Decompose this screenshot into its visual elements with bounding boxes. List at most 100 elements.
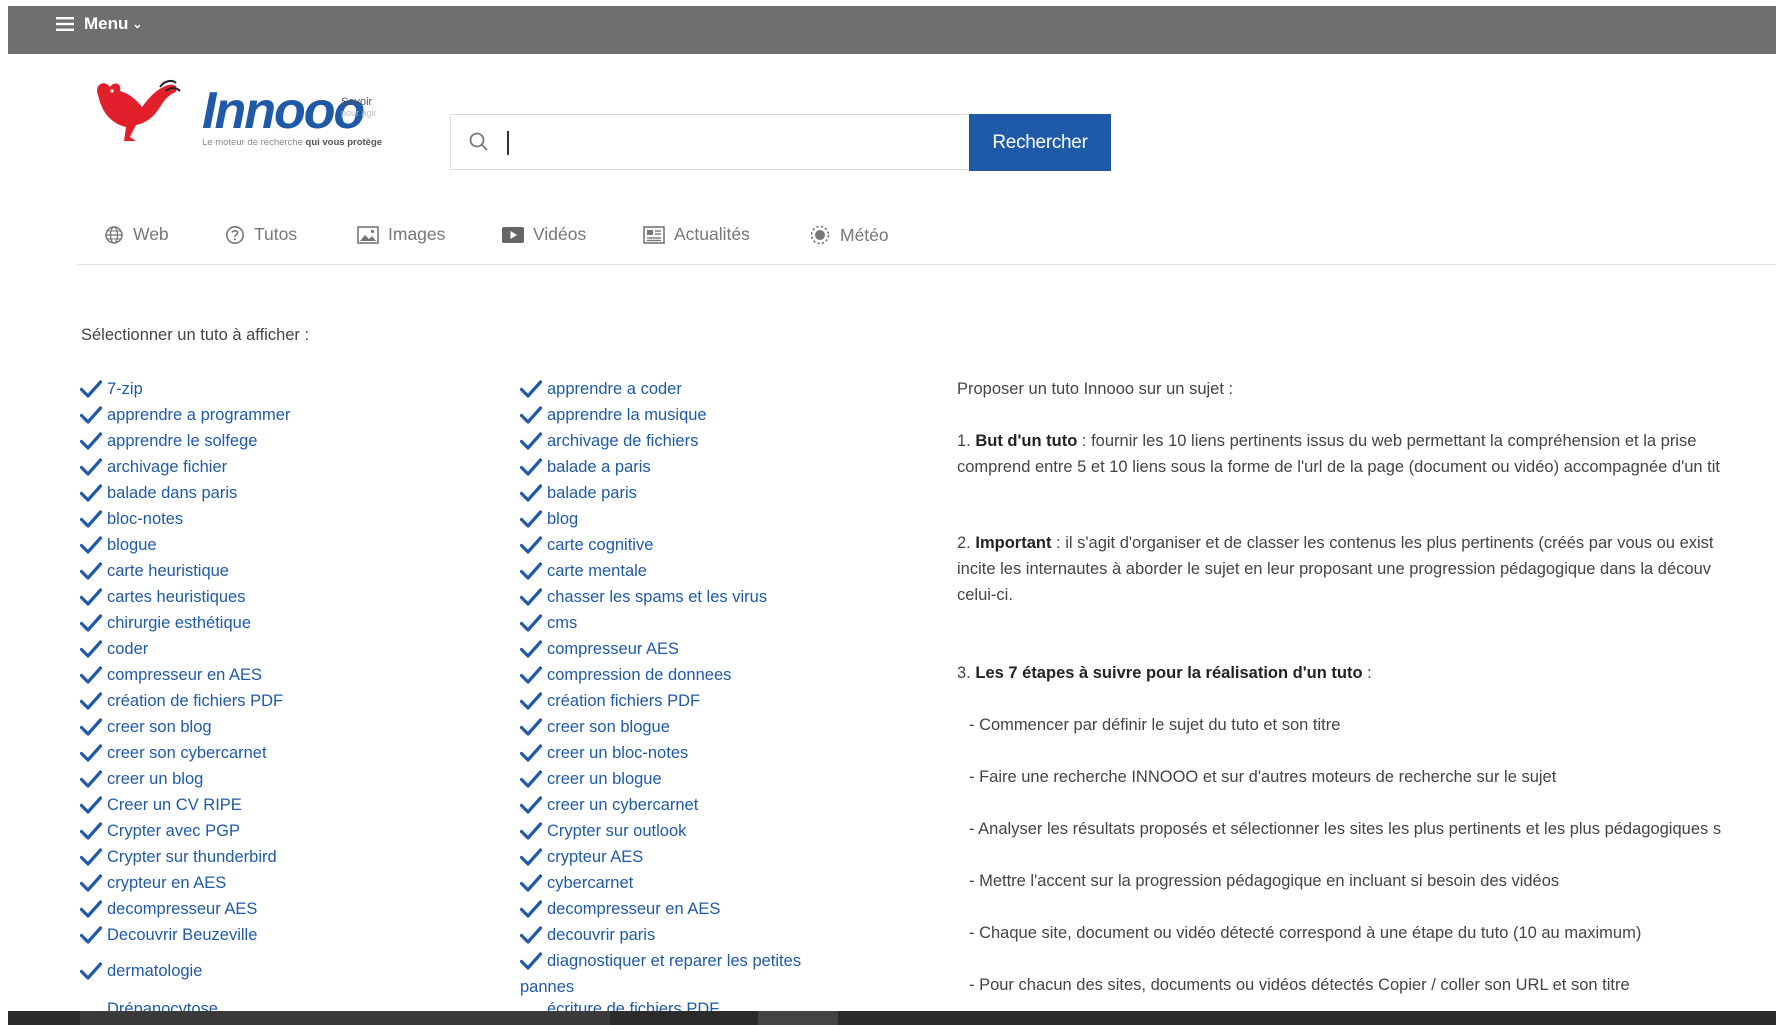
chevron-down-icon: ⌄ <box>132 17 143 31</box>
tuto-link[interactable]: crypteur en AES <box>80 870 460 896</box>
news-icon <box>643 225 665 244</box>
tuto-link[interactable]: balade dans paris <box>80 480 460 506</box>
tuto-link[interactable]: carte cognitive <box>520 532 850 558</box>
tuto-link[interactable]: apprendre le solfege <box>80 428 460 454</box>
tuto-link[interactable]: archivage de fichiers <box>520 428 850 454</box>
tuto-link[interactable]: cybercarnet <box>520 870 850 896</box>
tab-videos[interactable]: Vidéos <box>502 224 586 245</box>
tuto-link[interactable]: Creer un CV RIPE <box>80 792 460 818</box>
check-icon <box>80 848 102 866</box>
tuto-link[interactable]: Crypter sur outlook <box>520 818 850 844</box>
tuto-link[interactable]: Decouvrir Beuzeville <box>80 922 460 948</box>
tuto-link[interactable]: cartes heuristiques <box>80 584 460 610</box>
tuto-link[interactable]: apprendre a coder <box>520 376 850 402</box>
menu-button[interactable]: Menu ⌄ <box>56 14 142 34</box>
tuto-link[interactable]: decouvrir paris <box>520 922 850 948</box>
tuto-link[interactable]: création de fichiers PDF <box>80 688 460 714</box>
tuto-list-column-2: apprendre a coder apprendre la musique arc… <box>520 376 850 1000</box>
tuto-link[interactable]: diagnostiquer et reparer les petites pann… <box>520 948 850 1000</box>
check-icon <box>520 770 542 788</box>
tab-tutos[interactable]: Tutos <box>225 224 297 245</box>
tuto-link[interactable]: balade paris <box>520 480 850 506</box>
tuto-link[interactable]: dermatologie <box>80 958 460 984</box>
info-paragraph-2-line-2: incite les internautes à aborder le suje… <box>957 560 1712 578</box>
tuto-link[interactable]: 7-zip <box>80 376 460 402</box>
check-icon <box>520 640 542 658</box>
tuto-link-label: decompresseur en AES <box>547 900 721 918</box>
tuto-link-label: compresseur AES <box>547 640 680 658</box>
info-paragraph-1-line-2: comprend entre 5 et 10 liens sous la for… <box>957 458 1721 476</box>
tab-web[interactable]: Web <box>104 224 169 245</box>
tuto-link[interactable]: création fichiers PDF <box>520 688 850 714</box>
tuto-link[interactable]: Crypter sur thunderbird <box>80 844 460 870</box>
logo-tagline: Le moteur de recherche qui vous protège <box>202 137 383 148</box>
info-intro: Proposer un tuto Innooo sur un sujet : <box>957 380 1234 398</box>
tuto-link[interactable]: creer son cybercarnet <box>80 740 460 766</box>
tuto-link[interactable]: balade a paris <box>520 454 850 480</box>
tuto-link[interactable]: archivage fichier <box>80 454 460 480</box>
tuto-link-label: archivage de fichiers <box>547 432 699 450</box>
check-icon <box>520 510 542 528</box>
tuto-link[interactable]: blog <box>520 506 850 532</box>
tuto-link[interactable]: Drépanocytose <box>80 1000 218 1011</box>
info-step: - Pour chacun des sites, documents ou vi… <box>969 976 1630 994</box>
tuto-link[interactable]: compresseur en AES <box>80 662 460 688</box>
check-icon <box>80 432 102 450</box>
tuto-link-label: Crypter sur outlook <box>547 822 687 840</box>
tuto-link[interactable]: Crypter avec PGP <box>80 818 460 844</box>
check-icon <box>80 692 102 710</box>
tuto-link[interactable]: écriture de fichiers PDF <box>520 1000 719 1011</box>
check-icon <box>520 822 542 840</box>
tuto-link[interactable]: creer un bloc-notes <box>520 740 850 766</box>
tuto-link[interactable]: decompresseur AES <box>80 896 460 922</box>
check-icon <box>80 666 102 684</box>
tab-images[interactable]: Images <box>357 224 445 245</box>
tuto-link[interactable]: blogue <box>80 532 460 558</box>
search-input[interactable] <box>507 115 961 171</box>
tuto-link[interactable]: apprendre a programmer <box>80 402 460 428</box>
tuto-link-label: 7-zip <box>107 380 143 398</box>
check-icon <box>520 718 542 736</box>
tuto-link[interactable]: carte mentale <box>520 558 850 584</box>
tuto-link[interactable]: decompresseur en AES <box>520 896 850 922</box>
tuto-link[interactable]: chirurgie esthétique <box>80 610 460 636</box>
tuto-link[interactable]: creer un blog <box>80 766 460 792</box>
info-paragraph-3: 3. Les 7 étapes à suivre pour la réalisa… <box>957 664 1372 682</box>
check-icon <box>520 484 542 502</box>
check-icon <box>80 796 102 814</box>
tuto-link-label: balade paris <box>547 484 637 502</box>
search-button[interactable]: Rechercher <box>969 114 1111 171</box>
tuto-link-label: chasser les spams et les virus <box>547 588 768 606</box>
tuto-link[interactable]: compression de donnees <box>520 662 850 688</box>
innooo-logo[interactable]: Innooo Savoir pour agir Le moteur de rec… <box>90 73 400 163</box>
tuto-link[interactable]: creer un cybercarnet <box>520 792 850 818</box>
tuto-link-label: compresseur en AES <box>107 666 262 684</box>
check-icon <box>520 744 542 762</box>
tuto-link[interactable]: compresseur AES <box>520 636 850 662</box>
tuto-link[interactable]: coder <box>80 636 460 662</box>
tab-actualites[interactable]: Actualités <box>643 224 750 245</box>
check-icon <box>80 510 102 528</box>
tuto-link-label: crypteur AES <box>547 848 644 866</box>
tuto-link-label: cybercarnet <box>547 874 634 892</box>
tuto-link-label: bloc-notes <box>107 510 184 528</box>
info-paragraph-1: 1. But d'un tuto : fournir les 10 liens … <box>957 432 1697 450</box>
tuto-link-label: cms <box>547 614 578 632</box>
tuto-link[interactable]: carte heuristique <box>80 558 460 584</box>
tuto-link[interactable]: cms <box>520 610 850 636</box>
tuto-link-label: crypteur en AES <box>107 874 227 892</box>
tuto-link[interactable]: creer son blogue <box>520 714 850 740</box>
tuto-link[interactable]: apprendre la musique <box>520 402 850 428</box>
tab-meteo[interactable]: Météo <box>809 224 889 246</box>
tuto-link[interactable]: chasser les spams et les virus <box>520 584 850 610</box>
tuto-link[interactable]: crypteur AES <box>520 844 850 870</box>
tab-label: Météo <box>840 224 889 245</box>
check-icon <box>80 744 102 762</box>
tuto-link-label: création de fichiers PDF <box>107 692 284 710</box>
tuto-link-label: coder <box>107 640 149 658</box>
check-icon <box>80 380 102 398</box>
info-paragraph-2-line-3: celui-ci. <box>957 586 1013 604</box>
tuto-link[interactable]: creer un blogue <box>520 766 850 792</box>
tuto-link[interactable]: bloc-notes <box>80 506 460 532</box>
tuto-link[interactable]: creer son blog <box>80 714 460 740</box>
